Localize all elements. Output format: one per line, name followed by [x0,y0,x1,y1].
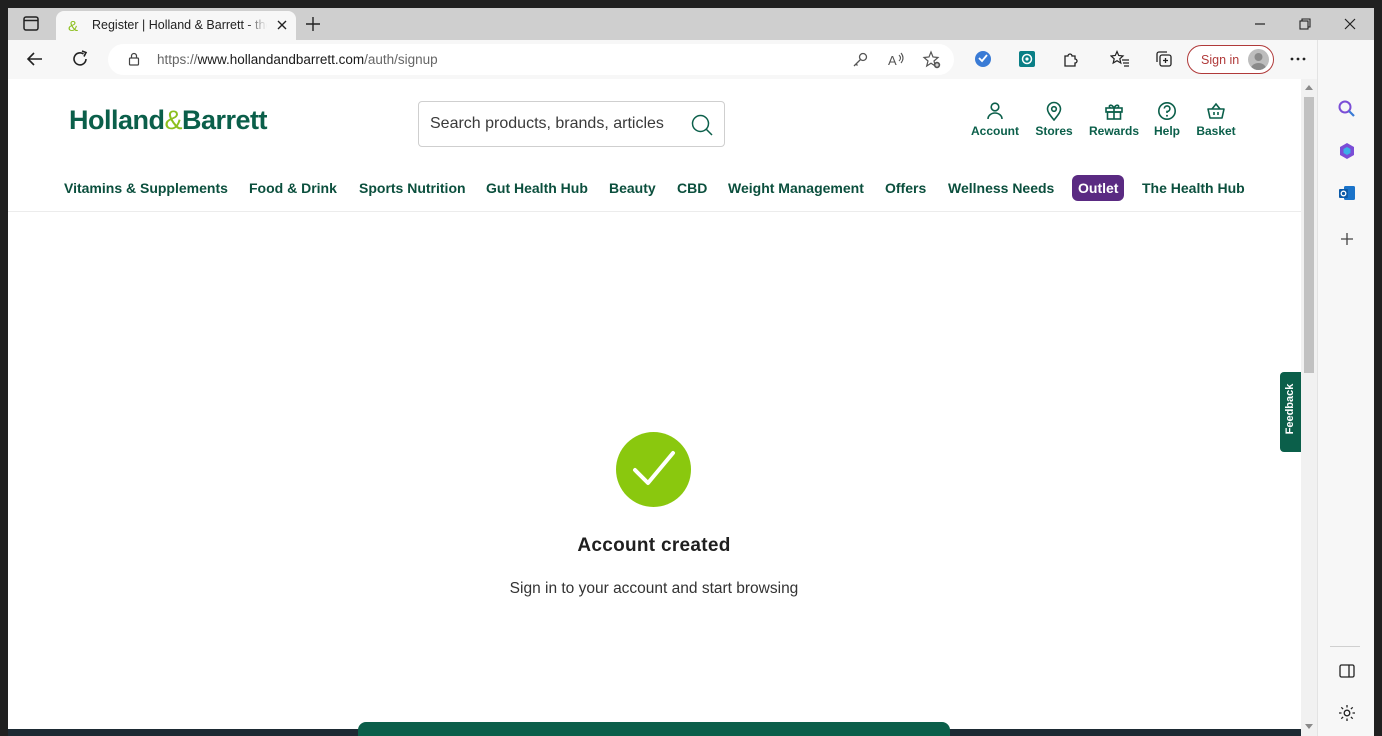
avatar [1248,49,1269,70]
location-pin-icon [1046,101,1062,121]
nav-outlet[interactable]: Outlet [1072,175,1125,201]
nav-wellness-needs[interactable]: Wellness Needs [948,180,1054,196]
basket-icon [1207,102,1225,119]
feedback-tab[interactable]: Feedback [1280,372,1301,452]
restore-icon[interactable] [1297,16,1313,32]
hide-sidebar-icon[interactable] [1337,661,1357,681]
account-label: Account [971,124,1019,138]
sidebar-divider [1330,646,1360,647]
svg-text:A: A [888,53,897,68]
nav-sports-nutrition[interactable]: Sports Nutrition [359,180,466,196]
nav-gut-health-hub[interactable]: Gut Health Hub [486,180,588,196]
site-search [418,101,725,147]
help-icon [1158,102,1176,120]
sign-in-cta-button[interactable] [358,722,950,736]
hb-favicon-icon: & [68,18,78,33]
collections-icon[interactable] [1154,49,1174,69]
url-text: https://www.hollandandbarrett.com/auth/s… [157,52,438,67]
hb-logo[interactable]: Holland&Barrett [69,105,268,136]
main-nav: Vitamins & Supplements Food & Drink Spor… [8,174,1301,206]
success-check-circle [616,432,691,507]
minimize-icon[interactable] [1252,16,1268,32]
sidebar-office-icon[interactable] [1337,141,1357,161]
url-prefix: https:// [157,52,198,67]
feedback-label: Feedback [1284,383,1296,435]
rewards-link[interactable]: Rewards [1087,101,1141,138]
lock-icon[interactable] [126,51,142,67]
logo-ampersand: & [164,105,183,135]
browser-tab-active[interactable]: & Register | Holland & Barrett - the UK'… [56,11,296,40]
tab-actions-icon[interactable] [20,15,42,33]
page-viewport: Holland&Barrett Account Stores [8,79,1301,736]
extensions-puzzle-icon[interactable] [1061,49,1081,69]
svg-text:&: & [68,18,78,33]
url-path: /auth/signup [364,52,438,67]
nav-the-health-hub[interactable]: The Health Hub [1142,180,1245,196]
search-input[interactable] [419,102,679,146]
extension-teal-icon[interactable] [1017,49,1037,69]
nav-food-drink[interactable]: Food & Drink [249,180,337,196]
nav-offers[interactable]: Offers [885,180,926,196]
stores-link[interactable]: Stores [1033,101,1075,138]
gift-icon [1105,104,1123,120]
tab-title: Register | Holland & Barrett - the UK's … [92,18,267,32]
basket-label: Basket [1196,124,1236,138]
extension-shield-icon[interactable] [973,49,993,69]
scrollbar-thumb[interactable] [1304,97,1314,373]
address-bar[interactable]: https://www.hollandandbarrett.com/auth/s… [108,44,954,75]
help-label: Help [1153,124,1180,138]
page-scrollbar[interactable] [1301,79,1317,736]
edge-sidebar [1317,40,1374,736]
basket-link[interactable]: Basket [1192,101,1240,138]
nav-beauty[interactable]: Beauty [609,180,656,196]
scroll-up-arrow-icon[interactable] [1305,84,1313,90]
account-created-subtext: Sign in to your account and start browsi… [509,580,799,597]
browser-toolbar: https://www.hollandandbarrett.com/auth/s… [8,40,1374,78]
sidebar-search-icon[interactable] [1337,99,1357,119]
settings-gear-icon[interactable] [1337,703,1357,723]
help-link[interactable]: Help [1151,101,1183,138]
more-options-icon[interactable] [1288,49,1308,69]
checkmark-icon [633,451,675,485]
account-created-heading: Account created [577,535,731,556]
account-link[interactable]: Account [969,101,1021,138]
url-host: www.hollandandbarrett.com [197,52,365,67]
new-tab-icon[interactable] [304,15,322,33]
logo-text-right: Barrett [182,105,268,135]
browser-window: & Register | Holland & Barrett - the UK'… [8,8,1374,736]
refresh-icon[interactable] [70,49,90,69]
add-favorite-icon[interactable] [922,50,942,70]
nav-divider [8,211,1301,212]
back-arrow-icon[interactable] [25,49,45,69]
account-icon [987,102,1003,120]
sidebar-outlook-icon[interactable] [1337,183,1357,203]
nav-vitamins-supplements[interactable]: Vitamins & Supplements [64,180,228,196]
logo-text-left: Holland [69,105,165,135]
favorites-icon[interactable] [1110,49,1130,69]
sign-in-label: Sign in [1201,53,1240,67]
rewards-label: Rewards [1088,124,1140,138]
read-aloud-icon[interactable]: A [886,50,906,70]
close-window-icon[interactable] [1342,16,1358,32]
password-key-icon[interactable] [850,50,870,70]
profile-sign-in-button[interactable]: Sign in [1187,45,1274,74]
scroll-down-arrow-icon[interactable] [1305,724,1313,730]
stores-label: Stores [1035,124,1073,138]
nav-cbd[interactable]: CBD [677,180,707,196]
nav-weight-management[interactable]: Weight Management [728,180,864,196]
sidebar-add-icon[interactable] [1337,229,1357,249]
search-icon[interactable] [690,113,714,137]
user-avatar-icon [1250,53,1267,70]
close-tab-icon[interactable] [274,17,290,33]
tab-strip: & Register | Holland & Barrett - the UK'… [8,8,1374,40]
